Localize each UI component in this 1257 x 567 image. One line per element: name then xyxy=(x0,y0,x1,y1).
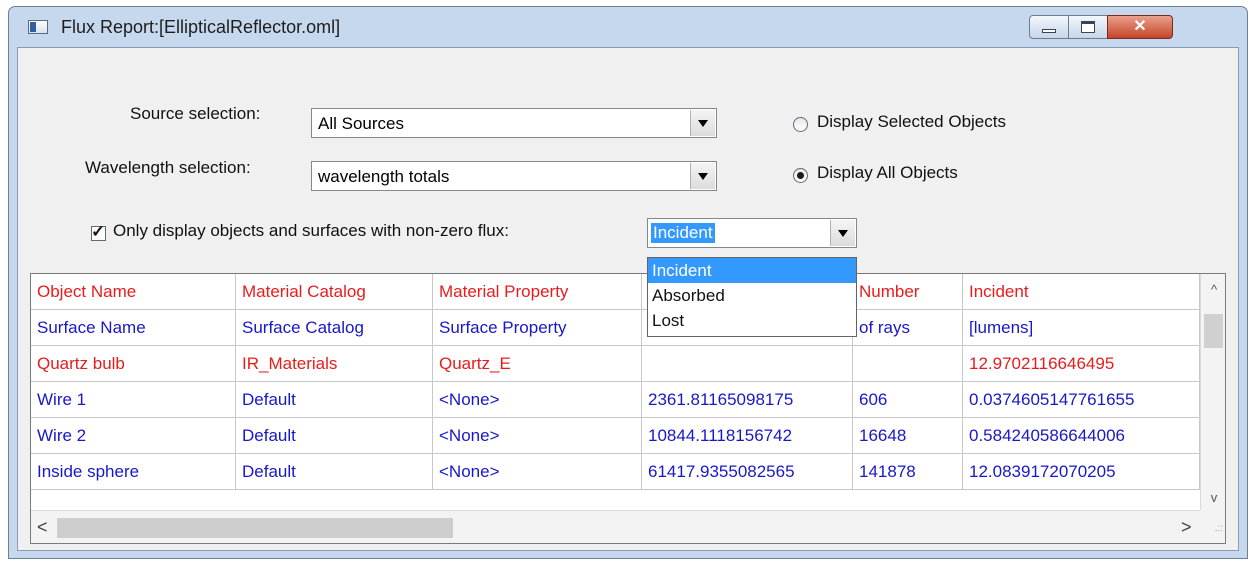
wavelength-dropdown-arrow-icon[interactable] xyxy=(690,163,715,189)
table-cell[interactable]: Quartz_E xyxy=(433,346,642,382)
scroll-left-icon[interactable]: < xyxy=(37,517,48,538)
table-cell[interactable]: <None> xyxy=(433,454,642,490)
table-cell[interactable]: 606 xyxy=(853,382,963,418)
table-cell[interactable]: <None> xyxy=(433,418,642,454)
horizontal-scroll-thumb[interactable] xyxy=(57,518,453,538)
checkmark-icon: ✓ xyxy=(91,222,106,241)
client-area: Source selection: All Sources Display Se… xyxy=(17,47,1239,551)
flux-report-grid: Object Name Material Catalog Material Prop… xyxy=(30,273,1226,544)
table-cell[interactable]: 10844.1118156742 xyxy=(642,418,853,454)
table-cell[interactable]: Inside sphere xyxy=(31,454,236,490)
flux-type-combo[interactable]: Incident xyxy=(647,218,857,248)
wavelength-selection-label: Wavelength selection: xyxy=(85,158,251,177)
flux-report-window: Flux Report:[EllipticalReflector.oml] ✕ … xyxy=(8,6,1248,559)
display-all-objects-radio[interactable] xyxy=(793,168,808,183)
dropdown-option-lost[interactable]: Lost xyxy=(648,308,856,333)
source-selection-label: Source selection: xyxy=(130,104,261,123)
header-cell-col-5[interactable]: Number xyxy=(853,274,963,310)
header-cell-col-3[interactable]: Material Property xyxy=(433,274,642,310)
vertical-scroll-thumb[interactable] xyxy=(1204,314,1223,348)
table-cell[interactable]: 12.0839172070205 xyxy=(963,454,1200,490)
minimize-icon xyxy=(1042,29,1056,33)
flux-type-value: Incident xyxy=(651,223,715,243)
horizontal-scrollbar[interactable]: < > xyxy=(31,510,1200,543)
maximize-button[interactable] xyxy=(1068,15,1108,39)
table-cell[interactable]: Quartz bulb xyxy=(31,346,236,382)
close-icon: ✕ xyxy=(1133,18,1147,35)
dropdown-option-incident[interactable]: Incident xyxy=(648,258,856,283)
table-cell[interactable]: 0.0374605147761655 xyxy=(963,382,1200,418)
nonzero-flux-checkbox[interactable]: ✓ xyxy=(91,222,106,241)
table-cell[interactable] xyxy=(853,346,963,382)
maximize-icon xyxy=(1081,21,1095,33)
title-bar[interactable]: Flux Report:[EllipticalReflector.oml] ✕ xyxy=(9,7,1247,47)
scroll-down-icon[interactable]: v xyxy=(1201,490,1225,505)
table-cell[interactable]: IR_Materials xyxy=(236,346,433,382)
table-cell[interactable]: 61417.9355082565 xyxy=(642,454,853,490)
table-cell[interactable]: 141878 xyxy=(853,454,963,490)
header-cell-col-5[interactable]: of rays xyxy=(853,310,963,346)
table-cell[interactable]: 0.584240586644006 xyxy=(963,418,1200,454)
table-cell[interactable]: 16648 xyxy=(853,418,963,454)
table-cell[interactable]: Wire 1 xyxy=(31,382,236,418)
vertical-scrollbar[interactable]: ^ v xyxy=(1200,274,1225,510)
header-cell-col-3[interactable]: Surface Property xyxy=(433,310,642,346)
minimize-button[interactable] xyxy=(1029,15,1069,39)
flux-type-dropdown-list: Incident Absorbed Lost xyxy=(647,257,857,337)
header-cell-col-1[interactable]: Object Name xyxy=(31,274,236,310)
table-cell[interactable]: Default xyxy=(236,418,433,454)
nonzero-flux-label: Only display objects and surfaces with n… xyxy=(113,221,509,240)
header-cell-col-6[interactable]: [lumens] xyxy=(963,310,1200,346)
scroll-up-icon[interactable]: ^ xyxy=(1201,282,1225,297)
table-cell[interactable]: Default xyxy=(236,382,433,418)
display-all-objects-label: Display All Objects xyxy=(817,163,958,182)
close-button[interactable]: ✕ xyxy=(1107,15,1173,39)
flux-type-dropdown-arrow-icon[interactable] xyxy=(830,220,855,246)
table-cell[interactable]: <None> xyxy=(433,382,642,418)
window-title: Flux Report:[EllipticalReflector.oml] xyxy=(61,17,341,37)
source-selection-combo[interactable]: All Sources xyxy=(311,108,717,138)
table-cell[interactable]: 12.9702116646495 xyxy=(963,346,1200,382)
app-icon[interactable] xyxy=(28,20,48,34)
display-selected-objects-label: Display Selected Objects xyxy=(817,112,1006,131)
table-cell[interactable] xyxy=(642,346,853,382)
dropdown-option-absorbed[interactable]: Absorbed xyxy=(648,283,856,308)
table-cell[interactable]: 2361.81165098175 xyxy=(642,382,853,418)
scroll-right-icon[interactable]: > xyxy=(1181,517,1192,538)
header-cell-col-1[interactable]: Surface Name xyxy=(31,310,236,346)
source-dropdown-arrow-icon[interactable] xyxy=(690,110,715,136)
source-selection-value: All Sources xyxy=(318,114,404,133)
size-grip-icon[interactable]: .:: xyxy=(1200,510,1225,543)
header-cell-col-2[interactable]: Surface Catalog xyxy=(236,310,433,346)
display-selected-objects-radio[interactable] xyxy=(793,117,808,132)
wavelength-selection-combo[interactable]: wavelength totals xyxy=(311,161,717,191)
header-cell-col-2[interactable]: Material Catalog xyxy=(236,274,433,310)
wavelength-selection-value: wavelength totals xyxy=(318,167,450,186)
header-cell-col-6[interactable]: Incident xyxy=(963,274,1200,310)
table-cell[interactable]: Wire 2 xyxy=(31,418,236,454)
table-cell[interactable]: Default xyxy=(236,454,433,490)
